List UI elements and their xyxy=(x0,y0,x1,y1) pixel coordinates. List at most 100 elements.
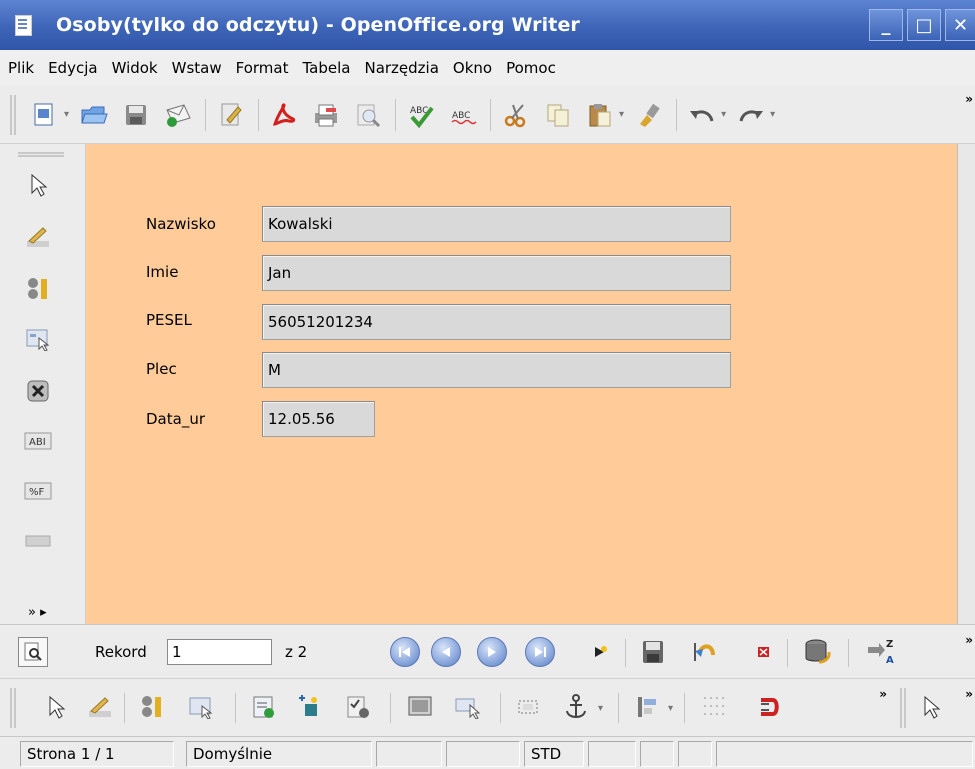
status-insert-mode[interactable] xyxy=(446,741,520,767)
undo-dropdown-icon[interactable]: ▾ xyxy=(721,109,726,120)
field-pesel[interactable]: 56051201234 xyxy=(262,304,731,340)
undo-icon[interactable] xyxy=(685,98,719,132)
status-hyperlink-mode[interactable] xyxy=(588,741,636,767)
menu-pomoc[interactable]: Pomoc xyxy=(506,59,556,77)
record-label: Rekord xyxy=(95,643,147,661)
open-in-design-icon[interactable] xyxy=(404,691,436,723)
formbar-overflow-icon[interactable]: » xyxy=(879,687,887,701)
redo-icon[interactable] xyxy=(734,98,768,132)
field-data-ur[interactable]: 12.05.56 xyxy=(262,401,375,437)
status-zoom[interactable] xyxy=(376,741,442,767)
status-signature[interactable] xyxy=(678,741,712,767)
send-email-icon[interactable] xyxy=(161,98,195,132)
record-navigation-toolbar: Rekord 1 z 2 ZA » xyxy=(0,624,975,678)
delete-record-icon[interactable] xyxy=(748,637,778,667)
status-page-style[interactable]: Domyślnie xyxy=(186,741,372,767)
database-refresh-icon[interactable] xyxy=(803,637,833,667)
label-data-ur: Data_ur xyxy=(146,410,205,428)
next-record-icon[interactable] xyxy=(477,637,507,667)
menu-format[interactable]: Format xyxy=(236,59,289,77)
find-record-icon[interactable] xyxy=(18,637,48,667)
copy-icon[interactable] xyxy=(541,98,575,132)
formatted-field-icon[interactable]: %F xyxy=(20,474,56,508)
form-properties-icon[interactable] xyxy=(20,322,56,356)
secondary-select-icon[interactable] xyxy=(915,691,947,723)
menu-narzedzia[interactable]: Narzędzia xyxy=(364,59,438,77)
export-pdf-icon[interactable] xyxy=(267,98,301,132)
toolbar-grip[interactable] xyxy=(10,94,16,135)
menu-widok[interactable]: Widok xyxy=(112,59,158,77)
secondary-toolbar-grip[interactable] xyxy=(900,688,906,728)
autospellcheck-icon[interactable]: ABC xyxy=(446,98,480,132)
more-controls-icon[interactable] xyxy=(20,524,56,558)
menu-wstaw[interactable]: Wstaw xyxy=(172,59,222,77)
control-properties-toggle-icon[interactable] xyxy=(136,691,168,723)
nav-separator xyxy=(848,639,849,667)
alignment-dropdown-icon[interactable]: ▾ xyxy=(668,703,673,714)
select-arrow-icon[interactable] xyxy=(20,168,56,202)
status-modified[interactable] xyxy=(640,741,674,767)
close-control-icon[interactable] xyxy=(20,374,56,408)
new-record-icon[interactable] xyxy=(585,637,615,667)
print-icon[interactable] xyxy=(309,98,343,132)
status-page[interactable]: Strona 1 / 1 xyxy=(20,741,174,767)
field-imie[interactable]: Jan xyxy=(262,255,731,291)
sidebar-overflow-icon[interactable]: » ▸ xyxy=(28,605,47,620)
field-nazwisko[interactable]: Kowalski xyxy=(262,206,731,242)
control-properties-icon[interactable] xyxy=(20,272,56,306)
anchor-icon[interactable] xyxy=(560,691,592,723)
maximize-button[interactable]: □ xyxy=(907,9,941,41)
first-record-icon[interactable] xyxy=(390,637,420,667)
anchor-dropdown-icon[interactable]: ▾ xyxy=(598,703,603,714)
new-dropdown-icon[interactable]: ▾ xyxy=(64,109,69,120)
page-preview-icon[interactable] xyxy=(351,98,385,132)
svg-text:A: A xyxy=(886,655,894,666)
spellcheck-icon[interactable]: ABC xyxy=(404,98,438,132)
activation-order-icon[interactable] xyxy=(342,691,374,723)
secondary-overflow-icon[interactable]: » xyxy=(965,687,973,701)
close-button[interactable]: ✕ xyxy=(945,9,975,41)
record-number-input[interactable]: 1 xyxy=(167,639,272,665)
menu-plik[interactable]: Plik xyxy=(8,59,34,77)
sort-ascending-icon[interactable]: ZA xyxy=(865,637,895,667)
snap-to-grid-icon[interactable] xyxy=(752,691,784,723)
select-icon[interactable] xyxy=(40,691,72,723)
save-icon[interactable] xyxy=(119,98,153,132)
add-field-icon[interactable] xyxy=(294,691,326,723)
form-navigator-icon[interactable] xyxy=(248,691,280,723)
new-document-icon[interactable] xyxy=(28,98,62,132)
form-properties-toggle-icon[interactable] xyxy=(185,691,217,723)
status-selection-mode[interactable]: STD xyxy=(524,741,584,767)
alignment-icon[interactable] xyxy=(632,691,664,723)
navbar-overflow-icon[interactable]: » xyxy=(965,633,973,647)
position-and-size-icon[interactable] xyxy=(512,691,544,723)
show-grid-icon[interactable] xyxy=(700,691,732,723)
label-pesel: PESEL xyxy=(146,311,192,329)
redo-dropdown-icon[interactable]: ▾ xyxy=(770,109,775,120)
paste-icon[interactable] xyxy=(583,98,617,132)
auto-control-focus-icon[interactable] xyxy=(452,691,484,723)
toolbar-overflow-icon[interactable]: » xyxy=(965,92,973,106)
minimize-button[interactable]: _ xyxy=(869,9,903,41)
paste-dropdown-icon[interactable]: ▾ xyxy=(619,109,624,120)
edit-file-icon[interactable] xyxy=(214,98,248,132)
design-mode-icon[interactable] xyxy=(20,220,56,254)
undo-record-icon[interactable] xyxy=(688,637,718,667)
clone-formatting-icon[interactable] xyxy=(632,98,666,132)
formbar-grip[interactable] xyxy=(10,688,16,728)
field-plec[interactable]: M xyxy=(262,352,731,388)
sidebar-grip[interactable] xyxy=(18,152,64,157)
writer-app-icon[interactable] xyxy=(12,13,34,37)
save-record-icon[interactable] xyxy=(638,637,668,667)
open-folder-icon[interactable] xyxy=(77,98,111,132)
last-record-icon[interactable] xyxy=(525,637,555,667)
menu-edycja[interactable]: Edycja xyxy=(48,59,97,77)
cut-icon[interactable] xyxy=(499,98,533,132)
design-mode-toggle-icon[interactable] xyxy=(84,691,116,723)
nav-separator xyxy=(625,639,626,667)
previous-record-icon[interactable] xyxy=(431,637,461,667)
menu-tabela[interactable]: Tabela xyxy=(302,59,350,77)
menu-okno[interactable]: Okno xyxy=(453,59,492,77)
vertical-scrollbar[interactable] xyxy=(957,144,975,624)
text-box-icon[interactable]: ABI xyxy=(20,424,56,458)
